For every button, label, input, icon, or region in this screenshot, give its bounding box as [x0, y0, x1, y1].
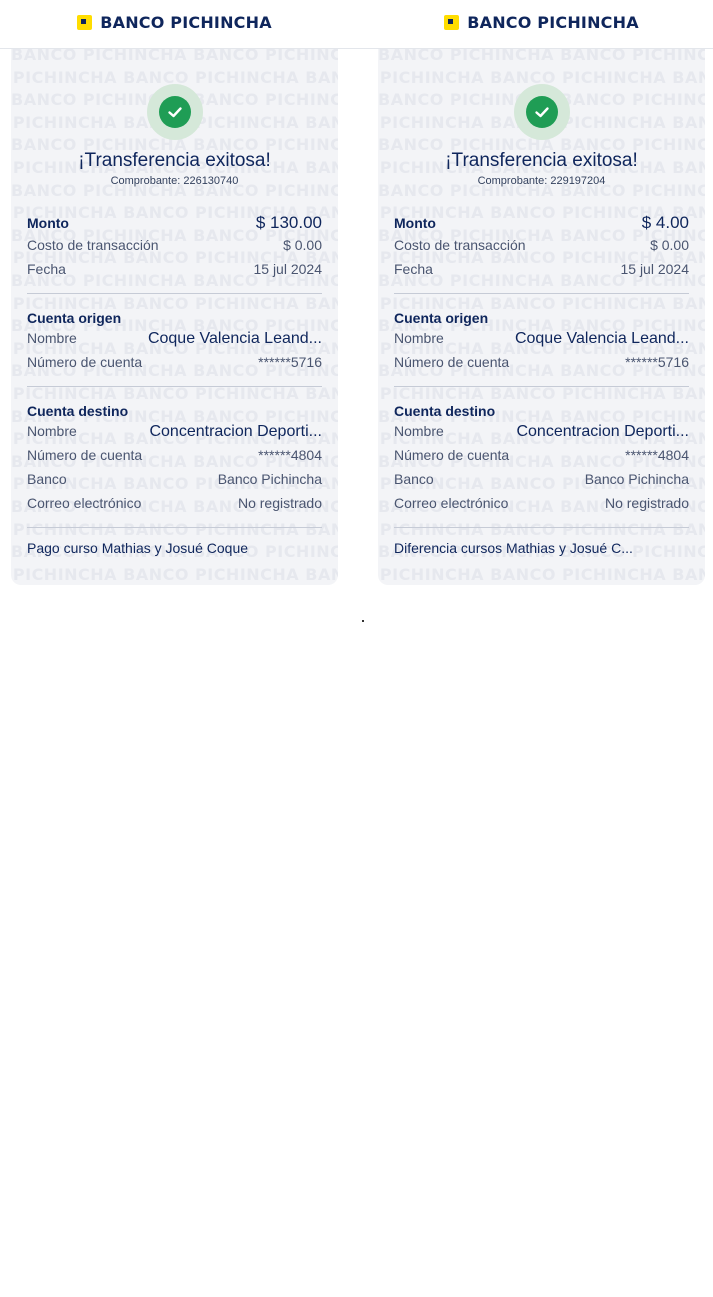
destination-account-value: ******4804	[258, 447, 322, 463]
fee-label: Costo de transacción	[27, 237, 159, 253]
destination-bank-value: Banco Pichincha	[217, 471, 322, 487]
page: BANCO PICHINCHA BANCO PICHINCHA BANCO PI…	[0, 0, 713, 1297]
receipt-left: BANCO PICHINCHA BANCO PICHINCHA BANCO PI…	[11, 0, 338, 585]
origin-account-value: ******5716	[625, 354, 689, 370]
amount-label: Monto	[27, 215, 69, 231]
success-title: ¡Transferencia exitosa!	[78, 150, 271, 171]
date-row: Fecha 15 jul 2024	[27, 261, 322, 285]
divider	[394, 293, 689, 294]
amount-row: Monto $ 130.00	[27, 213, 322, 237]
receipt-card: BANCO PICHINCHA BANCO PICHINCHA BANCO PI…	[11, 49, 338, 585]
destination-bank-label: Banco	[394, 471, 434, 487]
destination-bank-value: Banco Pichincha	[584, 471, 689, 487]
date-row: Fecha 15 jul 2024	[394, 261, 689, 285]
brand-name: BANCO PICHINCHA	[100, 12, 272, 32]
bank-logo-icon	[77, 14, 93, 30]
origin-name-row: Nombre Coque Valencia Leand...	[27, 330, 322, 354]
origin-account-row: Número de cuenta ******5716	[394, 354, 689, 378]
fee-value: $ 0.00	[283, 237, 322, 253]
date-label: Fecha	[394, 261, 433, 277]
origin-name-label: Nombre	[27, 330, 77, 346]
destination-email-row: Correo electrónico No registrado	[394, 495, 689, 519]
destination-name-value: Concentracion Deporti...	[516, 423, 689, 440]
divider	[27, 293, 322, 294]
destination-email-value: No registrado	[604, 495, 689, 511]
transfer-description: Pago curso Mathias y Josué Coque	[27, 540, 249, 556]
destination-email-value: No registrado	[237, 495, 322, 511]
origin-name-value: Coque Valencia Leand...	[147, 330, 322, 347]
fee-row: Costo de transacción $ 0.00	[27, 237, 322, 261]
destination-email-row: Correo electrónico No registrado	[27, 495, 322, 519]
transfer-description: Diferencia cursos Mathias y Josué C...	[394, 540, 633, 556]
origin-account-heading: Cuenta origen	[27, 310, 122, 326]
receipt-card: BANCO PICHINCHA BANCO PICHINCHA BANCO PI…	[378, 49, 705, 585]
divider	[27, 386, 322, 387]
brand-name: BANCO PICHINCHA	[467, 12, 639, 32]
voucher-number: Comprobante: 226130740	[110, 175, 239, 187]
page-speck	[362, 620, 364, 622]
watermark-row: BANCO PICHINCHA BANCO PICHINCHA BANCO PI…	[378, 564, 705, 584]
date-value: 15 jul 2024	[620, 261, 689, 277]
voucher-number: Comprobante: 229197204	[477, 175, 606, 187]
divider	[27, 527, 322, 528]
brand-header: BANCO PICHINCHA	[11, 0, 338, 44]
amount-value: $ 4.00	[641, 213, 689, 232]
destination-account-value: ******4804	[625, 447, 689, 463]
destination-bank-row: Banco Banco Pichincha	[394, 471, 689, 495]
success-check-icon	[146, 84, 203, 140]
receipt-right: BANCO PICHINCHA BANCO PICHINCHA BANCO PI…	[378, 0, 705, 585]
amount-row: Monto $ 4.00	[394, 213, 689, 237]
bank-logo-icon	[444, 14, 460, 30]
origin-name-row: Nombre Coque Valencia Leand...	[394, 330, 689, 354]
destination-account-label: Número de cuenta	[394, 447, 510, 463]
amount-label: Monto	[394, 215, 436, 231]
destination-account-row: Número de cuenta ******4804	[394, 447, 689, 471]
destination-account-label: Número de cuenta	[27, 447, 143, 463]
destination-name-row: Nombre Concentracion Deporti...	[394, 423, 689, 447]
fee-value: $ 0.00	[650, 237, 689, 253]
watermark-row: BANCO PICHINCHA BANCO PICHINCHA BANCO PI…	[11, 564, 338, 584]
destination-email-label: Correo electrónico	[394, 495, 509, 511]
divider	[394, 386, 689, 387]
fee-label: Costo de transacción	[394, 237, 526, 253]
origin-account-heading: Cuenta origen	[394, 310, 489, 326]
success-title: ¡Transferencia exitosa!	[445, 150, 638, 171]
divider	[394, 527, 689, 528]
date-label: Fecha	[27, 261, 66, 277]
destination-name-label: Nombre	[394, 423, 444, 439]
amount-value: $ 130.00	[255, 213, 322, 232]
destination-name-value: Concentracion Deporti...	[149, 423, 322, 440]
destination-bank-label: Banco	[27, 471, 67, 487]
origin-account-value: ******5716	[258, 354, 322, 370]
origin-account-label: Número de cuenta	[27, 354, 143, 370]
destination-email-label: Correo electrónico	[27, 495, 142, 511]
destination-name-row: Nombre Concentracion Deporti...	[27, 423, 322, 447]
brand-header: BANCO PICHINCHA	[378, 0, 705, 44]
origin-name-label: Nombre	[394, 330, 444, 346]
origin-account-label: Número de cuenta	[394, 354, 510, 370]
destination-name-label: Nombre	[27, 423, 77, 439]
date-value: 15 jul 2024	[253, 261, 322, 277]
destination-account-heading: Cuenta destino	[27, 403, 129, 419]
destination-bank-row: Banco Banco Pichincha	[27, 471, 322, 495]
destination-account-heading: Cuenta destino	[394, 403, 496, 419]
origin-account-row: Número de cuenta ******5716	[27, 354, 322, 378]
destination-account-row: Número de cuenta ******4804	[27, 447, 322, 471]
fee-row: Costo de transacción $ 0.00	[394, 237, 689, 261]
origin-name-value: Coque Valencia Leand...	[514, 330, 689, 347]
success-check-icon	[513, 84, 570, 140]
